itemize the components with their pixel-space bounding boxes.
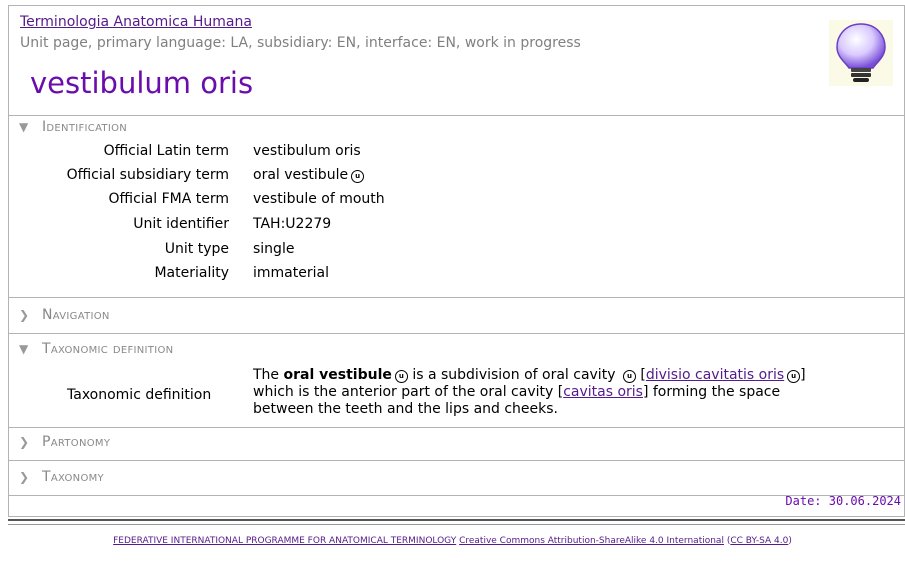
identification-row: Unit type single	[164, 241, 295, 257]
page-frame: Terminologia Anatomica Humana Unit page,…	[8, 5, 905, 517]
divider	[9, 333, 904, 334]
divider	[9, 427, 904, 428]
date-stamp: Date: 30.06.2024	[785, 494, 901, 508]
definition-text: The oral vestibule u is a subdivision of …	[253, 367, 806, 417]
chevron-down-icon: ▼	[19, 120, 29, 134]
identification-row: Unit identifier TAH:U2279	[133, 216, 332, 232]
fipat-link[interactable]: FEDERATIVE INTERNATIONAL PROGRAMME FOR A…	[113, 536, 456, 546]
divider	[9, 297, 904, 298]
footer-divider	[8, 519, 905, 521]
identification-row: Official FMA term vestibule of mouth	[108, 191, 385, 207]
chevron-right-icon: ❯	[19, 435, 30, 449]
page-subtitle: Unit page, primary language: LA, subsidi…	[20, 35, 581, 51]
section-partonomy[interactable]: ❯ Partonomy	[9, 434, 904, 454]
divider	[9, 495, 904, 496]
lightbulb-icon[interactable]	[829, 20, 893, 86]
cc-by-sa-link[interactable]: CC BY-SA 4.0	[730, 536, 788, 546]
header: Terminologia Anatomica Humana Unit page,…	[9, 6, 904, 114]
chevron-right-icon: ❯	[19, 470, 30, 484]
identification-row: Materiality immaterial	[154, 265, 329, 281]
divisio-cavitatis-oris-link[interactable]: divisio cavitatis oris	[646, 367, 784, 383]
license-link[interactable]: Creative Commons Attribution-ShareAlike …	[459, 536, 724, 546]
identification-row: Official Latin term vestibulum oris	[103, 143, 361, 159]
chevron-down-icon: ▼	[19, 342, 29, 356]
chevron-right-icon: ❯	[19, 308, 30, 322]
footer: FEDERATIVE INTERNATIONAL PROGRAMME FOR A…	[113, 536, 792, 546]
identification-row: Official subsidiary term oral vestibule u	[9, 167, 904, 188]
noto-badge-icon[interactable]: u	[351, 170, 365, 183]
section-navigation[interactable]: ❯ Navigation	[9, 307, 904, 327]
definition-label: Taxonomic definition	[67, 387, 212, 403]
cavitas-oris-link[interactable]: cavitas oris	[563, 384, 643, 400]
noto-badge-icon[interactable]: u	[787, 370, 801, 383]
noto-badge-icon[interactable]: u	[394, 370, 408, 383]
section-taxonomic-definition[interactable]: ▼ Taxonomic definition	[9, 341, 904, 361]
divider	[9, 115, 904, 116]
divider	[9, 460, 904, 461]
noto-badge-icon[interactable]: u	[622, 370, 636, 383]
footer-divider	[8, 524, 905, 525]
section-identification[interactable]: ▼ Identification	[9, 119, 904, 139]
unit-name: vestibulum oris	[30, 66, 254, 100]
section-taxonomy[interactable]: ❯ Taxonomy	[9, 469, 904, 489]
title-link[interactable]: Terminologia Anatomica Humana	[20, 14, 252, 30]
